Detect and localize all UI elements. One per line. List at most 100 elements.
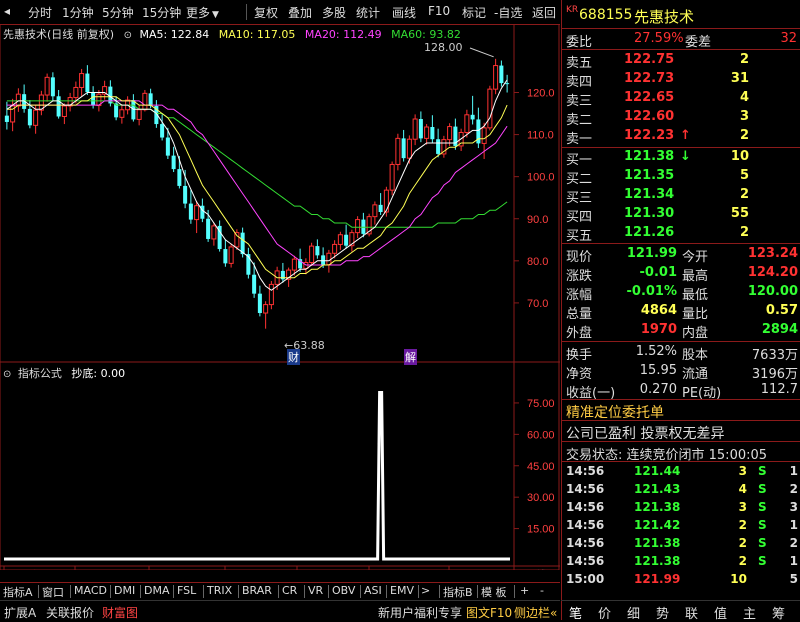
fund-value: 1.52%: [635, 344, 677, 359]
toolbar-15min[interactable]: 15分钟: [142, 4, 181, 21]
toolbar-overlay[interactable]: 叠加: [288, 4, 312, 21]
status-bar: 扩展A 关联报价 财富图 新用户福利专享 图文F10 侧边栏«: [0, 600, 560, 621]
stats-row: 总量 4864 量比 0.57: [562, 302, 800, 322]
candle-body: [326, 252, 332, 266]
toolbar-mark[interactable]: 标记: [462, 4, 486, 21]
tab-trix[interactable]: TRIX: [207, 584, 232, 597]
panel-tab[interactable]: 势: [656, 603, 669, 622]
tab-template[interactable]: 模 板: [481, 584, 507, 600]
toolbar-watchlist[interactable]: -自选: [494, 4, 522, 21]
tab-dma[interactable]: DMA: [144, 584, 170, 597]
candle-body: [378, 204, 383, 213]
candle-body: [412, 118, 418, 140]
weicha-label: 委差: [685, 35, 712, 50]
tick-count: 2: [789, 536, 798, 550]
indicator-tabbar: 指标A 窗口 MACD DMI DMA FSL TRIX BRAR CR VR …: [0, 582, 560, 600]
toolbar-f10[interactable]: F10: [428, 4, 450, 18]
status-f10[interactable]: 图文F10: [466, 604, 512, 621]
stat-label: 最低: [682, 288, 709, 303]
settings-icon[interactable]: ⊙: [3, 369, 11, 380]
candle-body: [177, 169, 182, 186]
tab-indicator-b[interactable]: 指标B: [443, 584, 473, 600]
panel-tab[interactable]: 筹: [772, 603, 785, 622]
tab-more-arrow-icon[interactable]: >: [421, 584, 430, 597]
back-arrow-icon[interactable]: ◂: [4, 4, 10, 18]
tab-fsl[interactable]: FSL: [177, 584, 196, 597]
tab-macd[interactable]: MACD: [74, 584, 107, 597]
price-label: 90.0: [527, 214, 548, 226]
stock-code: 688155: [579, 7, 633, 23]
tick-volume: 4: [738, 482, 747, 496]
status-wealth-chart[interactable]: 财富图: [102, 604, 138, 621]
candle-body: [223, 249, 228, 264]
date-axis: 2022年234567日线: [3, 566, 547, 570]
tab-emv[interactable]: EMV: [390, 584, 414, 597]
indicator-label: 75.00: [527, 398, 555, 410]
tab-obv[interactable]: OBV: [332, 584, 355, 597]
high-pointer: [469, 47, 494, 58]
ma5-line: [6, 79, 508, 291]
tick-count: 1: [789, 518, 798, 532]
panel-tab[interactable]: 值: [714, 603, 727, 622]
toolbar-5min[interactable]: 5分钟: [102, 4, 134, 21]
candle-body: [355, 219, 361, 234]
settings-icon[interactable]: ⊙: [124, 30, 132, 41]
panel-tab[interactable]: 价: [598, 603, 611, 622]
tick-row: 14:56 121.38 3 S 3: [562, 499, 800, 517]
fund-label: 股本: [682, 348, 709, 363]
toolbar-intraday[interactable]: 分时: [28, 4, 52, 21]
order-title-row[interactable]: 精准定位委托单: [562, 401, 800, 422]
stats-row: 涨跌 -0.01 最高 124.20: [562, 264, 800, 284]
candle-body: [389, 163, 395, 191]
status-sidebar[interactable]: 侧边栏«: [514, 604, 557, 621]
toolbar-multi-stock[interactable]: 多股: [322, 4, 346, 21]
status-new-user-welfare[interactable]: 新用户福利专享: [378, 604, 462, 621]
tab-cr[interactable]: CR: [282, 584, 297, 597]
candle-body: [79, 73, 85, 88]
tick-side: S: [758, 464, 767, 478]
ask-price: 122.75: [624, 52, 675, 67]
panel-tab[interactable]: 联: [685, 603, 698, 622]
tick-volume: 2: [738, 518, 747, 532]
period-label: 日线: [525, 568, 547, 570]
precise-order-link[interactable]: 精准定位委托单: [566, 402, 664, 422]
tab-dmi[interactable]: DMI: [114, 584, 135, 597]
tick-price: 121.42: [634, 518, 681, 532]
financial-report-marker[interactable]: 财: [287, 349, 300, 365]
toolbar-back[interactable]: 返回: [532, 4, 556, 21]
ask-label: 卖一: [566, 132, 593, 147]
indicator-name[interactable]: 指标公式: [18, 367, 62, 380]
zoom-in-icon[interactable]: +: [520, 584, 529, 597]
stat-value: 1970: [640, 322, 677, 337]
toolbar-draw[interactable]: 画线: [392, 4, 416, 21]
tick-price: 121.38: [634, 554, 681, 568]
kline-chart[interactable]: 120.0 110.0 100.0 90.0 80.0 70.0 75.00 60.00 45…: [0, 24, 560, 570]
candle-body: [56, 96, 61, 117]
weibi-value: 27.59%: [634, 31, 684, 46]
tick-volume: 10: [730, 572, 747, 586]
candle-body: [430, 127, 435, 140]
zoom-out-icon[interactable]: -: [540, 584, 544, 597]
status-extend-a[interactable]: 扩展A: [4, 604, 36, 621]
panel-tab[interactable]: 主: [743, 603, 756, 622]
tab-asi[interactable]: ASI: [364, 584, 382, 597]
toolbar-adjust[interactable]: 复权: [254, 4, 278, 21]
panel-tab[interactable]: 笔: [569, 603, 582, 622]
tab-indicator-a[interactable]: 指标A: [3, 584, 33, 600]
tick-volume: 2: [738, 536, 747, 550]
toolbar-more[interactable]: 更多 ▼: [186, 4, 219, 21]
unlock-marker[interactable]: 解: [404, 349, 417, 365]
tab-vr[interactable]: VR: [308, 584, 323, 597]
bid-price: 121.30: [624, 206, 675, 221]
candle-body: [470, 114, 475, 120]
tick-time: 14:56: [566, 500, 605, 514]
status-related-quotes[interactable]: 关联报价: [46, 604, 94, 621]
tab-window[interactable]: 窗口: [42, 584, 64, 600]
toolbar-stats[interactable]: 统计: [356, 4, 380, 21]
tick-volume: 2: [738, 554, 747, 568]
tab-brar[interactable]: BRAR: [242, 584, 272, 597]
candle-body: [372, 204, 378, 218]
toolbar-1min[interactable]: 1分钟: [62, 4, 94, 21]
tick-row: 15:00 121.99 10 5: [562, 571, 800, 589]
panel-tab[interactable]: 细: [627, 603, 640, 622]
